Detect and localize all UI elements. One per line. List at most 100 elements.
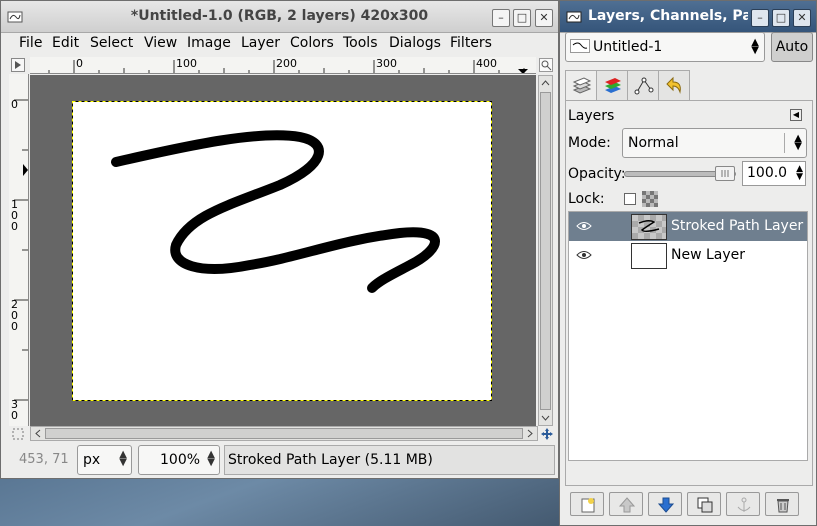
image-window-title: *Untitled-1.0 (RGB, 2 layers) 420x300 (130, 8, 429, 24)
menu-layer[interactable]: Layer (241, 35, 280, 51)
scroll-up-icon[interactable] (539, 77, 552, 89)
mode-dropdown[interactable]: Normal ▲ ▼ (622, 128, 807, 158)
menu-filters[interactable]: Filters (450, 35, 492, 51)
image-menu-button[interactable] (11, 58, 25, 72)
horizontal-ruler[interactable]: 0 100 200 300 400 (30, 57, 536, 74)
panel-title: Layers (568, 108, 615, 124)
arrow-up-icon (618, 497, 636, 513)
zoom-icon (541, 60, 552, 71)
statusbar: 453, 71 px ▲ ▼ 100% ▲ ▼ Stroked Path Layer… (1, 444, 558, 478)
layers-window-title: Layers, Channels, Pat (588, 8, 748, 24)
menubar: File Edit Select View Image Layer Colors… (1, 33, 558, 55)
layer-thumbnail (631, 214, 668, 240)
menu-colors[interactable]: Colors (290, 35, 334, 51)
scroll-thumb[interactable] (540, 92, 551, 410)
tab-channels[interactable] (596, 70, 628, 100)
close-button[interactable]: ✕ (793, 9, 811, 27)
vertical-scrollbar[interactable] (538, 75, 553, 426)
scroll-right-icon[interactable] (524, 427, 536, 440)
eye-icon[interactable] (576, 250, 592, 260)
navigate-icon[interactable] (540, 427, 554, 441)
ruler-label: 2 0 0 (11, 298, 18, 333)
menu-image[interactable]: Image (187, 35, 231, 51)
channels-tab-icon (605, 78, 621, 93)
horizontal-scrollbar[interactable] (30, 426, 538, 441)
pointer-coordinates: 453, 71 (19, 452, 69, 467)
menu-tools[interactable]: Tools (343, 35, 378, 51)
zoom-value: 100% (160, 452, 201, 468)
eye-icon[interactable] (576, 221, 592, 231)
image-window-titlebar[interactable]: *Untitled-1.0 (RGB, 2 layers) 420x300 – … (1, 1, 558, 33)
status-message: Stroked Path Layer (5.11 MB) (224, 445, 555, 475)
spin-arrows-icon[interactable]: ▲ ▼ (796, 165, 803, 182)
zoom-to-fit-button[interactable] (539, 58, 553, 72)
close-button[interactable]: ✕ (535, 9, 553, 27)
zoom-selector[interactable]: 100% ▲ ▼ (138, 445, 220, 475)
layers-window: Layers, Channels, Pat – □ ✕ Untitled-1 ▲… (559, 0, 817, 526)
menu-select[interactable]: Select (90, 35, 133, 51)
layers-window-titlebar[interactable]: Layers, Channels, Pat – □ ✕ (560, 1, 816, 33)
layer-row[interactable]: Stroked Path Layer (569, 212, 807, 241)
opacity-spinbox[interactable]: 100.0 ▲ ▼ (742, 161, 806, 186)
layer-thumbnail-image (632, 215, 668, 239)
anchor-layer-button[interactable] (726, 492, 760, 516)
trash-icon (777, 499, 789, 513)
layer-row[interactable]: New Layer (569, 241, 807, 270)
lock-pixels-checkbox[interactable] (624, 193, 636, 205)
ruler-label: 400 (476, 57, 497, 70)
lower-layer-button[interactable] (648, 492, 682, 516)
anchor-icon (737, 497, 751, 512)
ruler-label: 3 0 (11, 398, 18, 422)
layer-name[interactable]: Stroked Path Layer (671, 218, 803, 234)
image-thumbnail-icon (572, 42, 588, 49)
lock-alpha-icon[interactable] (642, 191, 658, 207)
minimize-button[interactable]: – (492, 9, 510, 27)
image-canvas[interactable] (30, 75, 536, 426)
ruler-label: 100 (176, 57, 197, 70)
combo-arrows-icon: ▲ ▼ (794, 133, 802, 152)
combo-arrows-icon: ▲ ▼ (119, 449, 127, 468)
scroll-left-icon[interactable] (32, 427, 44, 440)
menu-dialogs[interactable]: Dialogs (389, 35, 441, 51)
image-selector-value: Untitled-1 (593, 39, 663, 55)
opacity-label: Opacity: (568, 166, 626, 182)
unit-selector[interactable]: px ▲ ▼ (77, 445, 132, 475)
image-thumbnail (570, 39, 590, 53)
menu-file[interactable]: File (19, 35, 42, 51)
ruler-ticks (14, 99, 28, 401)
tab-layers[interactable] (565, 70, 597, 101)
triangle-right-icon (15, 61, 21, 69)
scroll-thumb[interactable] (45, 428, 523, 439)
maximize-button[interactable]: □ (513, 9, 531, 27)
opacity-slider-handle[interactable] (715, 166, 735, 181)
new-layer-button[interactable] (570, 492, 604, 516)
combo-arrows-icon: ▲ ▼ (207, 449, 215, 468)
canvas-area[interactable] (30, 75, 536, 426)
image-selector[interactable]: Untitled-1 ▲ ▼ (565, 32, 765, 62)
maximize-button[interactable]: □ (772, 9, 790, 27)
minimize-button[interactable]: – (751, 9, 769, 27)
paths-tab-icon (634, 77, 654, 95)
auto-button[interactable]: Auto (771, 32, 813, 62)
menu-edit[interactable]: Edit (52, 35, 79, 51)
ruler-label: 200 (276, 57, 297, 70)
menu-view[interactable]: View (144, 35, 177, 51)
tab-paths[interactable] (627, 70, 659, 100)
mode-value: Normal (628, 135, 679, 151)
panel-menu-button[interactable]: ◀ (790, 109, 802, 121)
scroll-down-icon[interactable] (539, 412, 552, 424)
delete-layer-button[interactable] (765, 492, 799, 516)
duplicate-icon (697, 497, 713, 513)
lock-label: Lock: (568, 191, 605, 207)
opacity-value: 100.0 (747, 165, 788, 181)
quick-mask-icon[interactable] (11, 427, 25, 441)
duplicate-layer-button[interactable] (687, 492, 721, 516)
ruler-label: 1 0 0 (11, 198, 18, 233)
ruler-label: 0 (76, 57, 83, 70)
tab-undo-history[interactable] (658, 70, 690, 100)
vertical-ruler[interactable]: 0 1 0 0 2 0 0 3 0 (9, 74, 29, 426)
raise-layer-button[interactable] (609, 492, 643, 516)
ruler-label: 300 (376, 57, 397, 70)
layer-name[interactable]: New Layer (671, 247, 745, 263)
combo-separator (784, 133, 785, 153)
